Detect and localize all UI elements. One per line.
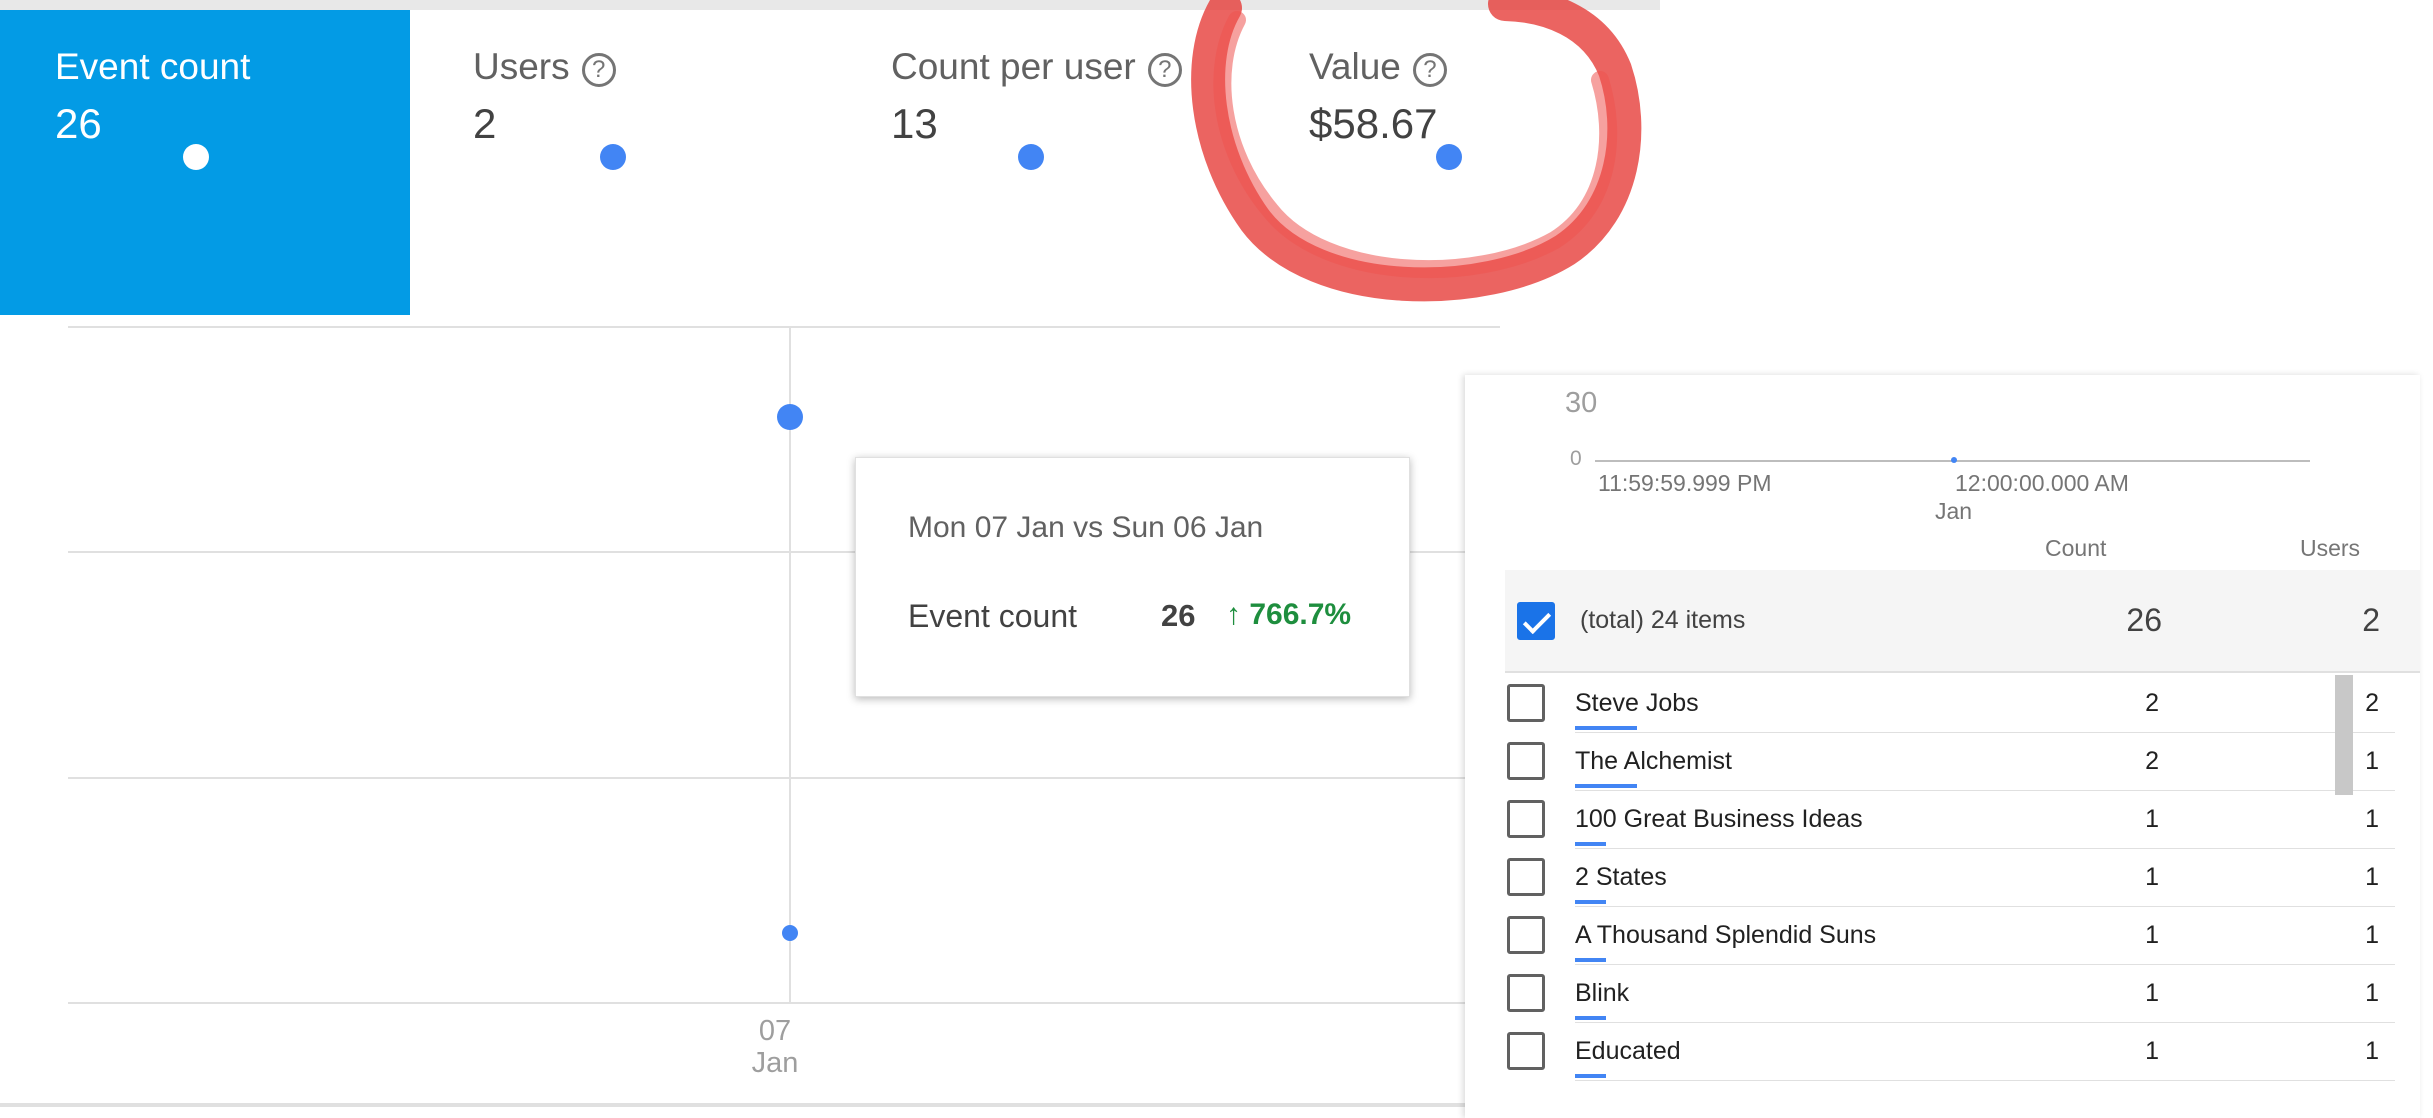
row-count: 1: [2145, 921, 2159, 949]
row-count: 2: [2145, 747, 2159, 775]
column-header-users[interactable]: Users: [2300, 535, 2360, 562]
row-share-bar: [1575, 784, 1637, 788]
metric-label-wrap: Count per user?: [891, 46, 1182, 88]
metric-indicator-dot: [1018, 144, 1044, 170]
data-point: [782, 925, 798, 941]
row-checkbox[interactable]: [1507, 916, 1545, 954]
row-users: 1: [2365, 805, 2379, 833]
row-checkbox[interactable]: [1507, 858, 1545, 896]
tooltip-delta: ↑ 766.7%: [1226, 598, 1352, 631]
metric-indicator-dot: [1436, 144, 1462, 170]
table-row[interactable]: The Alchemist 2 1: [1505, 733, 2395, 791]
row-count: 2: [2145, 689, 2159, 717]
row-name: Steve Jobs: [1575, 689, 1699, 717]
metric-value: $58.67: [1309, 100, 1438, 147]
row-users: 1: [2365, 1037, 2379, 1065]
metric-tile-users[interactable]: Users? 2: [418, 10, 828, 315]
x-tick-label: 07 Jan: [715, 1015, 835, 1079]
row-count: 1: [2145, 1037, 2159, 1065]
table-row[interactable]: Educated 1 1: [1505, 1023, 2395, 1081]
row-share-bar: [1575, 900, 1606, 904]
row-checkbox[interactable]: [1507, 974, 1545, 1012]
table-row[interactable]: A Thousand Splendid Suns 1 1: [1505, 907, 2395, 965]
metric-value: 2: [473, 100, 497, 147]
metric-label: Event count: [55, 46, 251, 87]
x-tick-day: 07: [758, 1015, 792, 1047]
breakdown-panel: 30 0 11:59:59.999 PM 12:00:00.000 AM Jan…: [1465, 375, 2420, 1118]
mini-x-sub: Jan: [1935, 498, 1973, 524]
row-divider: [1575, 1080, 2395, 1081]
row-users: 1: [2365, 921, 2379, 949]
tooltip-date-range: Mon 07 Jan vs Sun 06 Jan: [908, 511, 1264, 544]
row-share-bar: [1575, 842, 1606, 846]
row-share-bar: [1575, 726, 1637, 730]
metric-tile-count-per-user[interactable]: Count per user? 13: [836, 10, 1246, 315]
row-users: 1: [2365, 863, 2379, 891]
row-count: 1: [2145, 863, 2159, 891]
mini-chart: 30 0 11:59:59.999 PM 12:00:00.000 AM Jan: [1465, 335, 2420, 525]
row-count: 1: [2145, 805, 2159, 833]
metric-label-wrap: Users?: [473, 46, 616, 88]
table-row[interactable]: Steve Jobs 2 2: [1505, 675, 2395, 733]
total-checkbox[interactable]: [1517, 602, 1555, 640]
total-count: 26: [2126, 602, 2162, 638]
help-icon[interactable]: ?: [581, 53, 616, 87]
column-header-count[interactable]: Count: [2045, 535, 2106, 562]
row-share-bar: [1575, 1074, 1606, 1078]
tooltip-metric-value: 26: [1161, 598, 1196, 633]
metric-value: 26: [55, 100, 102, 147]
chart-bottom-border: [0, 1103, 1470, 1107]
top-strip: [0, 0, 1660, 10]
row-share-bar: [1575, 1016, 1606, 1020]
chart-tooltip: Mon 07 Jan vs Sun 06 Jan Event count 26 …: [855, 457, 1410, 697]
row-users: 1: [2365, 979, 2379, 1007]
row-checkbox[interactable]: [1507, 684, 1545, 722]
data-point: [777, 404, 803, 430]
mini-x-right: 12:00:00.000 AM: [1955, 470, 2129, 496]
chart-canvas: [68, 326, 1500, 1004]
total-row: (total) 24 items 26 2: [1505, 570, 2420, 673]
row-name: A Thousand Splendid Suns: [1575, 921, 1877, 949]
row-checkbox[interactable]: [1507, 800, 1545, 838]
total-label: (total) 24 items: [1580, 606, 1746, 634]
row-count: 1: [2145, 979, 2159, 1007]
table-row[interactable]: 2 States 1 1: [1505, 849, 2395, 907]
metric-label-wrap: Value?: [1309, 46, 1447, 88]
item-list: Steve Jobs 2 2 The Alchemist 2 1 100 Gre…: [1505, 675, 2395, 1081]
metric-tile-value[interactable]: Value? $58.67: [1254, 10, 1664, 315]
row-checkbox[interactable]: [1507, 1032, 1545, 1070]
table-row[interactable]: 100 Great Business Ideas 1 1: [1505, 791, 2395, 849]
row-users: 2: [2365, 689, 2379, 717]
table-row[interactable]: Blink 1 1: [1505, 965, 2395, 1023]
row-name: 2 States: [1575, 863, 1667, 891]
metric-label: Value: [1309, 46, 1401, 87]
help-icon[interactable]: ?: [1147, 53, 1182, 87]
row-name: Blink: [1575, 979, 1630, 1007]
metric-indicator-dot: [183, 144, 209, 170]
help-icon[interactable]: ?: [1412, 53, 1447, 87]
total-users: 2: [2362, 602, 2380, 638]
metric-label: Users: [473, 46, 570, 87]
x-tick-month: Jan: [751, 1047, 799, 1079]
row-name: 100 Great Business Ideas: [1575, 805, 1863, 833]
metric-tile-event-count[interactable]: Event count 26: [0, 10, 410, 315]
metric-indicator-dot: [600, 144, 626, 170]
metric-tiles: Event count 26 Users? 2 Count per user? …: [0, 10, 1660, 315]
mini-x-left: 11:59:59.999 PM: [1598, 470, 1772, 496]
tooltip-metric-label: Event count: [908, 598, 1077, 634]
row-name: Educated: [1575, 1037, 1681, 1065]
row-share-bar: [1575, 958, 1606, 962]
list-scrollbar[interactable]: [2335, 675, 2353, 795]
row-users: 1: [2365, 747, 2379, 775]
main-chart: 07 Jan Mon 07 Jan vs Sun 06 Jan Event co…: [0, 315, 1500, 1105]
row-name: The Alchemist: [1575, 747, 1733, 775]
metric-value: 13: [891, 100, 938, 147]
metric-label: Count per user: [891, 46, 1136, 87]
row-checkbox[interactable]: [1507, 742, 1545, 780]
